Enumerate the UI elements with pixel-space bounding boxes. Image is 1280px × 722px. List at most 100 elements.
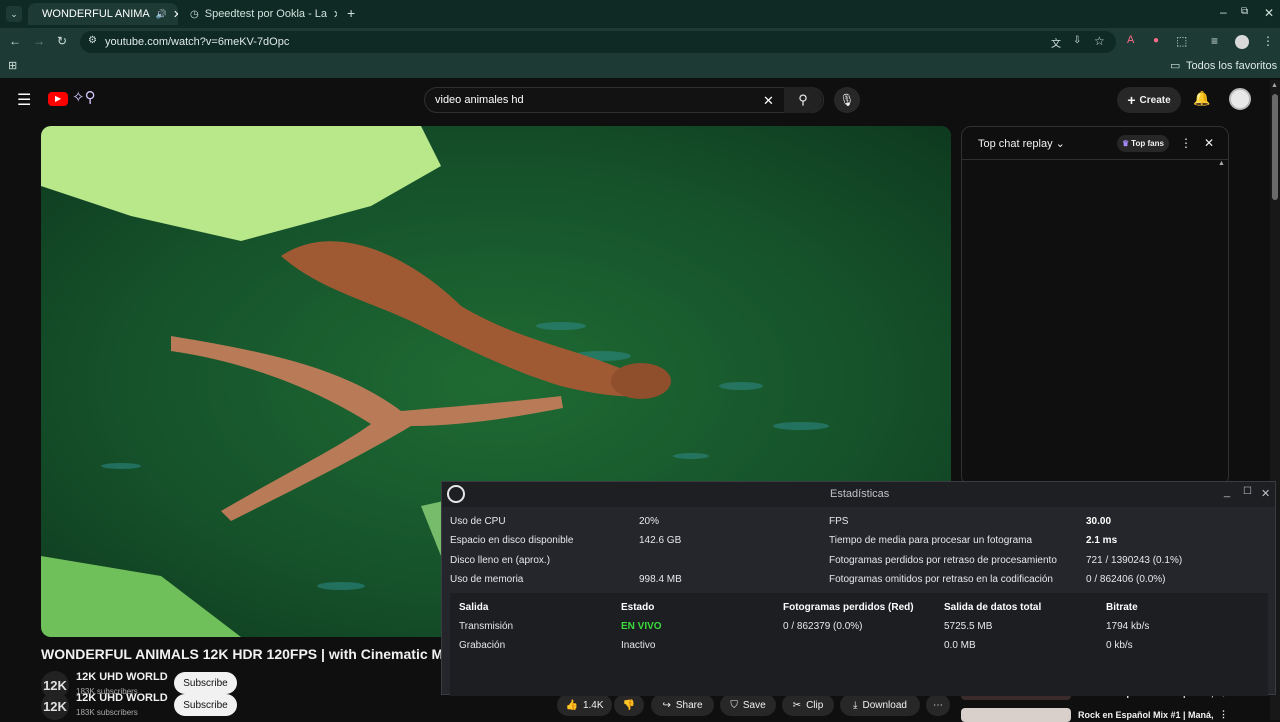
chat-header: Top chat replay ⌄ ♛ Top fans ⋮ ✕	[962, 127, 1228, 160]
download-button[interactable]: ⤓ Download	[840, 694, 920, 716]
create-button[interactable]: + Create	[1117, 87, 1181, 113]
speaker-icon[interactable]: 🔊	[156, 9, 167, 20]
stat-label: Disco lleno en (aprox.)	[450, 555, 551, 566]
download-icon: ⤓	[853, 699, 858, 711]
clear-search-icon[interactable]: ✕	[763, 93, 774, 109]
top-fans-label: Top fans	[1131, 139, 1164, 148]
hamburger-menu-icon[interactable]: ☰	[17, 90, 31, 110]
download-label: Download	[862, 699, 907, 711]
status-badge: EN VIVO	[621, 621, 662, 632]
channel-avatar[interactable]: 12K	[41, 692, 69, 720]
stat-label: Espacio en disco disponible	[450, 535, 574, 546]
stat-label: Tiempo de media para procesar un fotogra…	[829, 535, 1033, 546]
apps-grid-icon[interactable]: ⊞	[8, 59, 17, 72]
tab-close-icon[interactable]: ✕	[333, 8, 337, 21]
account-avatar[interactable]	[1229, 88, 1251, 110]
create-label: Create	[1139, 94, 1171, 106]
tab-close-icon[interactable]: ✕	[173, 8, 178, 21]
window-close-icon[interactable]: ✕	[1264, 6, 1274, 20]
like-button[interactable]: 👍 1.4K	[557, 694, 612, 716]
tab-title: WONDERFUL ANIMA	[42, 8, 150, 20]
share-button[interactable]: ↪ Share	[651, 694, 714, 716]
channel-row: 12K 12K UHD WORLD 183K subscribers	[41, 671, 171, 699]
stat-label: FPS	[829, 516, 849, 527]
chat-scroll-up-icon[interactable]: ▲	[1218, 160, 1225, 167]
chat-more-icon[interactable]: ⋮	[1180, 136, 1192, 150]
notifications-bell-icon[interactable]: 🔔	[1193, 90, 1210, 107]
stat-label: Fotogramas perdidos por retraso de proce…	[829, 555, 1057, 566]
share-icon: ↪	[662, 699, 671, 711]
channel-name[interactable]: 12K UHD WORLD	[76, 692, 168, 704]
back-icon[interactable]: ←	[9, 34, 21, 48]
restore-icon[interactable]: ⧉	[1241, 6, 1248, 17]
tab-youtube[interactable]: WONDERFUL ANIMA 🔊 ✕	[28, 3, 178, 25]
youtube-logo[interactable]: ▶	[48, 92, 68, 106]
bookmark-star-icon[interactable]: ☆	[1094, 34, 1105, 48]
scroll-up-arrow-icon[interactable]: ▲	[1271, 82, 1278, 89]
recommendation-title[interactable]: Rock en Español Mix #1 | Maná,	[1078, 710, 1214, 720]
chat-mode-label: Top chat replay	[978, 138, 1053, 150]
subscriber-count: 183K subscribers	[76, 708, 138, 717]
url-field[interactable]: ⚙ youtube.com/watch?v=6meKV-7dOpc 文 ⇩ ☆	[80, 31, 1116, 53]
save-button[interactable]: ⛉ Save	[720, 694, 776, 716]
tab-speedtest[interactable]: ◷ Speedtest por Ookla - La ✕	[182, 3, 337, 25]
plus-icon: +	[1127, 92, 1136, 108]
maximize-icon[interactable]: ☐	[1243, 486, 1252, 497]
clip-button[interactable]: ✂ Clip	[782, 694, 834, 716]
reload-icon[interactable]: ↻	[57, 34, 67, 48]
thumbs-up-icon: 👍	[565, 699, 578, 711]
thumbs-down-icon: 👎	[622, 699, 636, 711]
site-info-icon[interactable]: ⚙	[88, 35, 97, 46]
table-header: Salida de datos total	[944, 602, 1042, 613]
stat-value: 0 / 862406 (0.0%)	[1086, 574, 1166, 585]
all-bookmarks-link[interactable]: Todos los favoritos	[1186, 60, 1277, 72]
bookmark-icon: ⛉	[730, 699, 738, 711]
top-fans-chip[interactable]: ♛ Top fans	[1117, 135, 1169, 152]
subscribe-button[interactable]: Subscribe	[174, 694, 237, 716]
more-actions-button[interactable]: ⋯	[926, 694, 950, 716]
media-control-icon[interactable]: ≡	[1211, 34, 1218, 48]
table-cell: 0.0 MB	[944, 640, 976, 651]
close-icon[interactable]: ✕	[1261, 487, 1270, 500]
table-cell: 0 kb/s	[1106, 640, 1133, 651]
stat-value: 142.6 GB	[639, 535, 682, 546]
search-button[interactable]: ⚲	[784, 87, 822, 113]
more-horizontal-icon: ⋯	[933, 699, 943, 711]
microphone-icon: 🎙	[839, 93, 855, 107]
table-header: Estado	[621, 602, 655, 613]
doodle-logo-icon[interactable]: ✧⚲	[72, 88, 96, 106]
extension-dot-icon[interactable]: ●	[1153, 35, 1159, 46]
scissors-icon: ✂	[792, 699, 802, 711]
channel-name[interactable]: 12K UHD WORLD	[76, 671, 168, 683]
extension-ai-icon[interactable]: A	[1127, 34, 1134, 46]
install-icon[interactable]: ⇩	[1073, 35, 1081, 46]
forward-icon[interactable]: →	[33, 34, 45, 48]
chat-close-icon[interactable]: ✕	[1204, 136, 1214, 150]
scrollbar-thumb[interactable]	[1272, 94, 1278, 200]
tab-search-icon[interactable]: ⌄	[6, 6, 22, 22]
minimize-icon[interactable]: _	[1224, 486, 1230, 498]
table-cell: 0 / 862379 (0.0%)	[783, 621, 863, 632]
search-query: video animales hd	[435, 94, 524, 106]
search-input[interactable]: video animales hd ✕	[424, 87, 824, 113]
profile-avatar[interactable]	[1235, 35, 1249, 49]
minimize-icon[interactable]: –	[1220, 5, 1227, 19]
table-cell: 1794 kb/s	[1106, 621, 1150, 632]
stat-value: 30.00	[1086, 516, 1112, 527]
save-label: Save	[742, 699, 766, 711]
clip-label: Clip	[806, 699, 824, 711]
voice-search-button[interactable]: 🎙	[834, 87, 860, 113]
subscribe-button[interactable]: Subscribe	[174, 672, 237, 694]
translate-icon[interactable]: 文	[1051, 35, 1061, 50]
youtube-header: ☰ ▶ ✧⚲ video animales hd ✕ ⚲ 🎙 + Create …	[0, 80, 1270, 120]
browser-tab-bar: ⌄ WONDERFUL ANIMA 🔊 ✕ ◷ Speedtest por Oo…	[0, 0, 1280, 28]
recommendation-menu-icon[interactable]: ⋮	[1219, 709, 1228, 720]
dislike-button[interactable]: 👎	[614, 694, 644, 716]
chat-mode-dropdown[interactable]: Top chat replay ⌄	[978, 137, 1065, 150]
search-icon: ⚲	[798, 92, 808, 107]
stats-titlebar: Estadísticas _ ☐ ✕	[442, 482, 1275, 507]
address-toolbar: ← → ↻ ⚙ youtube.com/watch?v=6meKV-7dOpc …	[0, 28, 1280, 56]
new-tab-icon[interactable]: +	[347, 5, 355, 21]
extensions-puzzle-icon[interactable]: ⬚	[1176, 34, 1187, 48]
browser-menu-icon[interactable]: ⋮	[1262, 34, 1274, 48]
